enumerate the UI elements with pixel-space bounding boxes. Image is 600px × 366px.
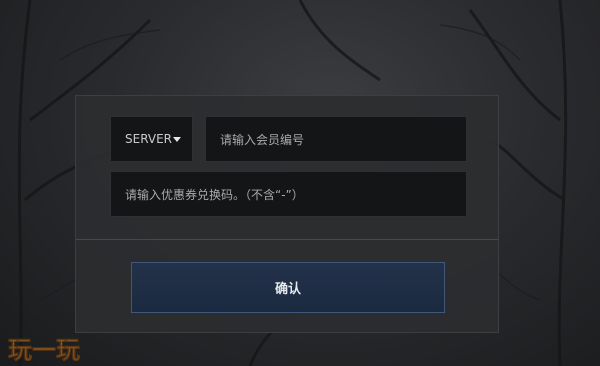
server-select[interactable]: SERVER: [110, 116, 193, 162]
svg-text:玩一玩: 玩一玩: [8, 336, 80, 364]
watermark-logo: 玩一玩: [8, 336, 81, 364]
chevron-down-icon: [173, 136, 182, 142]
member-id-input[interactable]: 请输入会员编号: [205, 116, 467, 162]
coupon-code-input[interactable]: 请输入优惠券兑换码。（不含“-”）: [110, 171, 467, 217]
divider: [76, 239, 498, 240]
redeem-panel: SERVER 请输入会员编号 请输入优惠券兑换码。（不含“-”） 确认: [75, 95, 499, 333]
confirm-button[interactable]: 确认: [131, 262, 445, 313]
member-id-placeholder: 请输入会员编号: [220, 132, 305, 147]
server-select-label: SERVER: [125, 132, 173, 146]
coupon-code-placeholder: 请输入优惠券兑换码。（不含“-”）: [125, 187, 304, 202]
